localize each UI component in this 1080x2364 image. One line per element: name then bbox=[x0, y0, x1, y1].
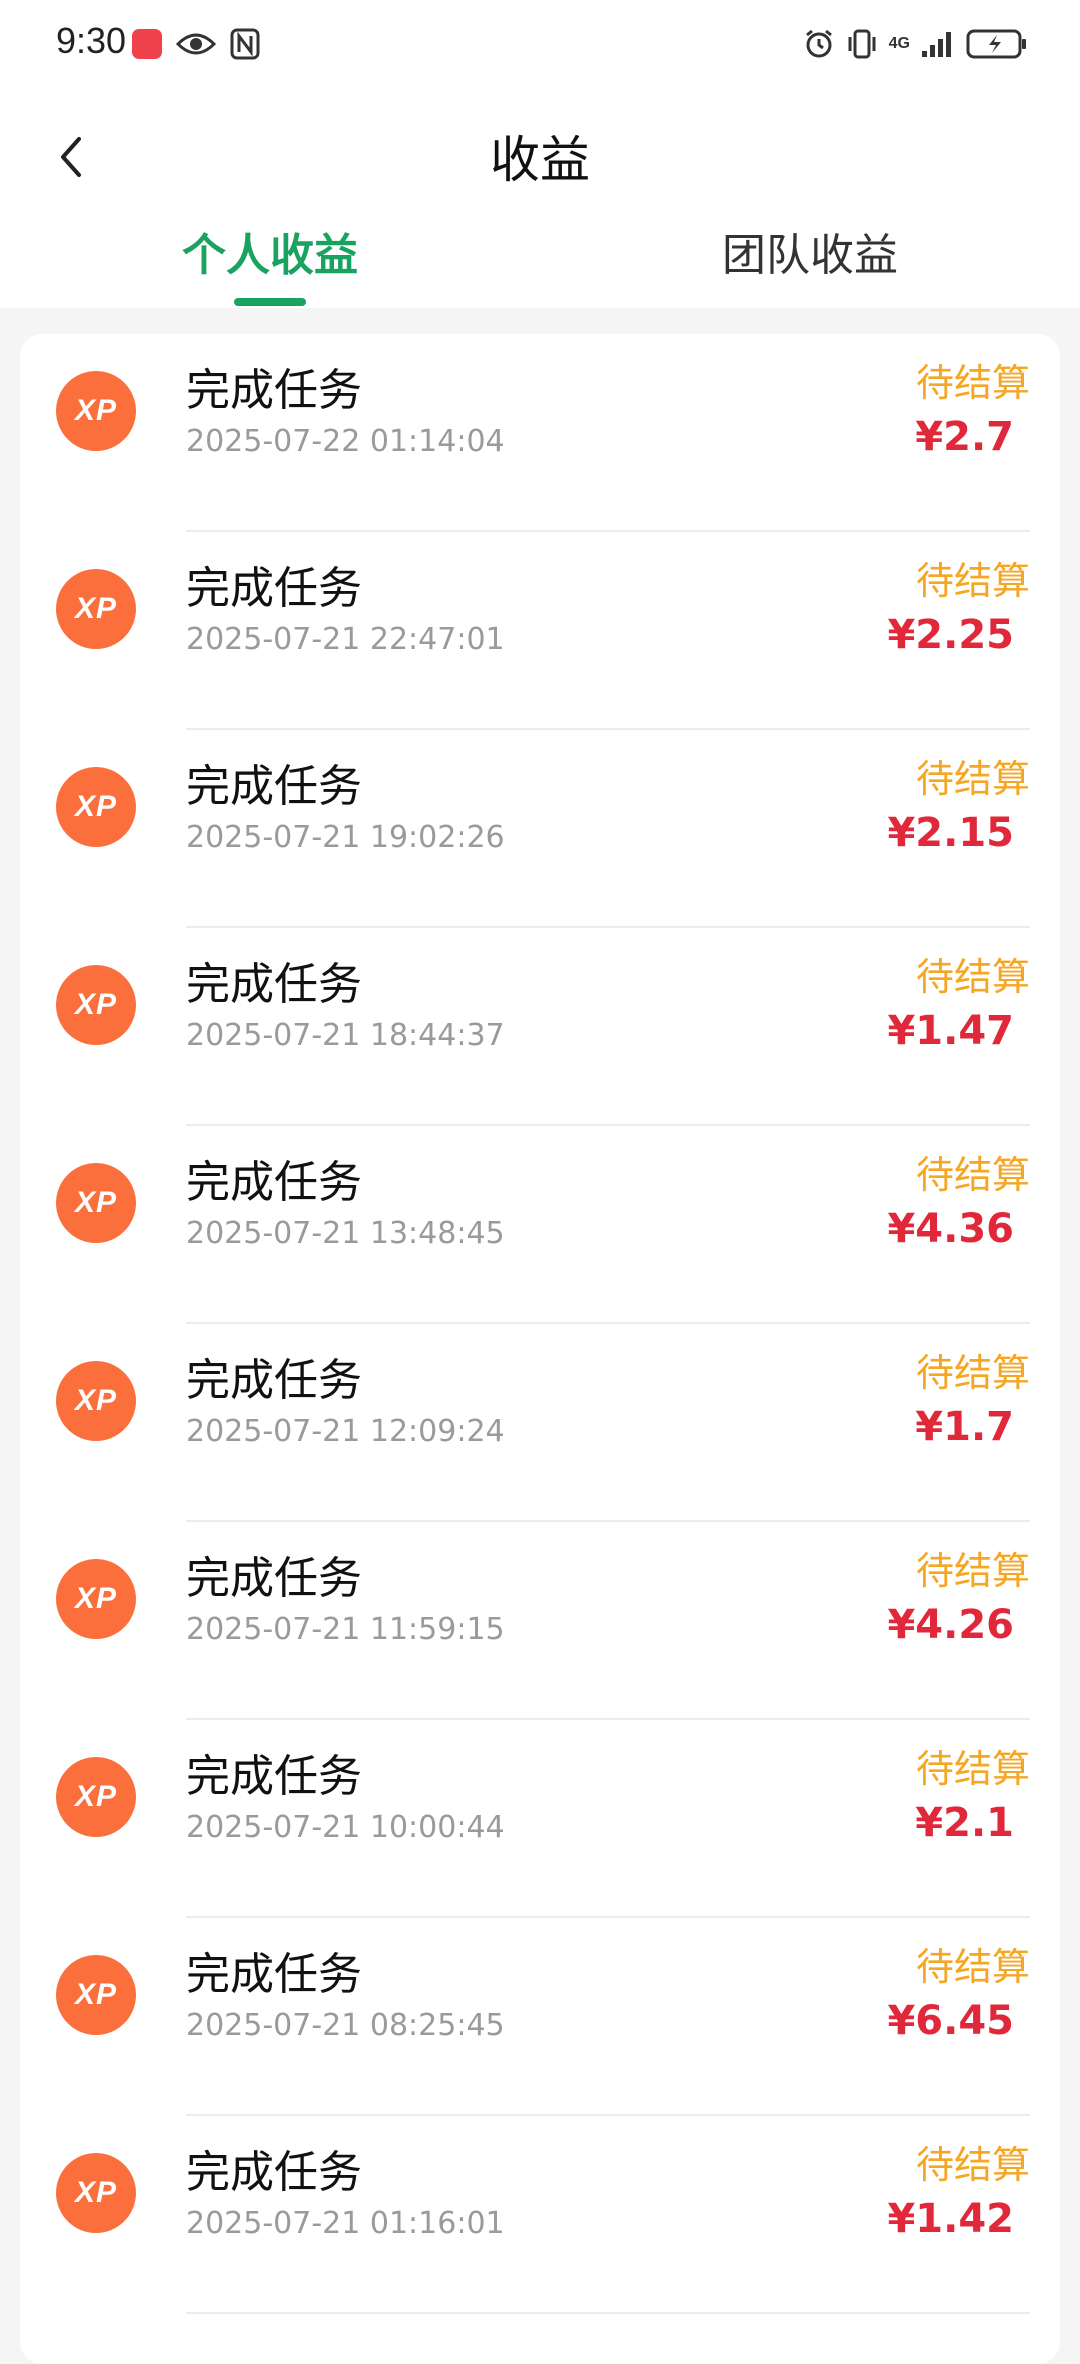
record-status: 待结算 bbox=[915, 559, 1030, 603]
record-status: 待结算 bbox=[915, 1549, 1030, 1593]
tab-team-earnings[interactable]: 团队收益 bbox=[540, 224, 1080, 304]
record-status: 待结算 bbox=[915, 2143, 1030, 2187]
record-status: 待结算 bbox=[915, 361, 1030, 405]
record-title: 完成任务 bbox=[186, 1949, 362, 2000]
status-right-icons: 4G bbox=[803, 24, 1028, 64]
earnings-list: XP 完成任务 2025-07-22 01:14:04 待结算 ¥2.7 XP … bbox=[20, 334, 1060, 2364]
record-amount: ¥2.7 bbox=[915, 414, 1014, 460]
app-notification-icon bbox=[132, 29, 162, 59]
nfc-icon bbox=[230, 28, 260, 60]
record-amount: ¥6.45 bbox=[887, 1998, 1014, 2044]
record-title: 完成任务 bbox=[186, 2147, 362, 2198]
record-title: 完成任务 bbox=[186, 761, 362, 812]
record-title: 完成任务 bbox=[186, 1157, 362, 1208]
xp-icon: XP bbox=[56, 1559, 136, 1639]
header: 收益 bbox=[0, 90, 1080, 220]
list-item[interactable]: XP 完成任务 2025-07-21 19:02:26 待结算 ¥2.15 bbox=[20, 730, 1060, 928]
list-item[interactable]: XP 完成任务 2025-07-22 01:14:04 待结算 ¥2.7 bbox=[20, 334, 1060, 532]
list-item[interactable]: XP 完成任务 2025-07-21 13:48:45 待结算 ¥4.36 bbox=[20, 1126, 1060, 1324]
record-amount: ¥1.7 bbox=[915, 1404, 1014, 1450]
network-type-label: 4G bbox=[888, 35, 910, 52]
status-bar: 9:30 4G bbox=[0, 0, 1080, 90]
record-amount: ¥1.47 bbox=[887, 1008, 1014, 1054]
record-title: 完成任务 bbox=[186, 1355, 362, 1406]
xp-icon: XP bbox=[56, 1955, 136, 2035]
record-amount: ¥2.15 bbox=[887, 810, 1014, 856]
list-item[interactable]: XP 完成任务 2025-07-21 08:25:45 待结算 ¥6.45 bbox=[20, 1918, 1060, 2116]
record-title: 完成任务 bbox=[186, 1553, 362, 1604]
xp-icon: XP bbox=[56, 965, 136, 1045]
xp-icon: XP bbox=[56, 767, 136, 847]
record-amount: ¥4.26 bbox=[887, 1602, 1014, 1648]
record-status: 待结算 bbox=[915, 1747, 1030, 1791]
record-status: 待结算 bbox=[915, 757, 1030, 801]
signal-icon bbox=[922, 32, 951, 57]
record-time: 2025-07-21 01:16:01 bbox=[186, 2206, 505, 2241]
vibrate-icon bbox=[848, 29, 876, 59]
tab-personal-earnings[interactable]: 个人收益 bbox=[0, 224, 540, 304]
xp-icon: XP bbox=[56, 1163, 136, 1243]
list-item[interactable]: XP 完成任务 2025-07-21 01:16:01 待结算 ¥1.42 bbox=[20, 2116, 1060, 2314]
record-amount: ¥1.42 bbox=[887, 2196, 1014, 2242]
page-title: 收益 bbox=[490, 131, 590, 189]
record-amount: ¥4.36 bbox=[887, 1206, 1014, 1252]
list-item[interactable]: XP 完成任务 2025-07-21 10:00:44 待结算 ¥2.1 bbox=[20, 1720, 1060, 1918]
record-time: 2025-07-21 11:59:15 bbox=[186, 1612, 505, 1647]
record-time: 2025-07-21 08:25:45 bbox=[186, 2008, 505, 2043]
xp-icon: XP bbox=[56, 1757, 136, 1837]
record-time: 2025-07-21 12:09:24 bbox=[186, 1414, 505, 1449]
record-time: 2025-07-21 19:02:26 bbox=[186, 820, 505, 855]
list-item[interactable]: XP 完成任务 2025-07-21 11:59:15 待结算 ¥4.26 bbox=[20, 1522, 1060, 1720]
xp-icon: XP bbox=[56, 2153, 136, 2233]
xp-icon: XP bbox=[56, 1361, 136, 1441]
record-title: 完成任务 bbox=[186, 365, 362, 416]
alarm-icon bbox=[805, 29, 832, 58]
battery-icon bbox=[966, 29, 1026, 59]
active-tab-indicator bbox=[234, 298, 306, 306]
record-title: 完成任务 bbox=[186, 1751, 362, 1802]
record-status: 待结算 bbox=[915, 1945, 1030, 1989]
record-time: 2025-07-22 01:14:04 bbox=[186, 424, 505, 459]
status-time: 9:30 bbox=[56, 20, 127, 61]
record-status: 待结算 bbox=[915, 1153, 1030, 1197]
record-time: 2025-07-21 22:47:01 bbox=[186, 622, 505, 657]
status-left-icons bbox=[132, 26, 260, 62]
list-item[interactable]: XP 完成任务 2025-07-21 22:47:01 待结算 ¥2.25 bbox=[20, 532, 1060, 730]
record-time: 2025-07-21 18:44:37 bbox=[186, 1018, 505, 1053]
record-time: 2025-07-21 10:00:44 bbox=[186, 1810, 505, 1845]
record-time: 2025-07-21 13:48:45 bbox=[186, 1216, 505, 1251]
tab-bar: 个人收益 团队收益 bbox=[0, 220, 1080, 308]
record-status: 待结算 bbox=[915, 1351, 1030, 1395]
eye-icon bbox=[176, 33, 216, 55]
list-item[interactable]: XP 完成任务 2025-07-21 18:44:37 待结算 ¥1.47 bbox=[20, 928, 1060, 1126]
record-title: 完成任务 bbox=[186, 959, 362, 1010]
xp-icon: XP bbox=[56, 371, 136, 451]
divider bbox=[186, 2312, 1030, 2314]
xp-icon: XP bbox=[56, 569, 136, 649]
record-title: 完成任务 bbox=[186, 563, 362, 614]
record-amount: ¥2.25 bbox=[887, 612, 1014, 658]
record-amount: ¥2.1 bbox=[915, 1800, 1014, 1846]
record-status: 待结算 bbox=[915, 955, 1030, 999]
list-item[interactable]: XP 完成任务 2025-07-21 12:09:24 待结算 ¥1.7 bbox=[20, 1324, 1060, 1522]
